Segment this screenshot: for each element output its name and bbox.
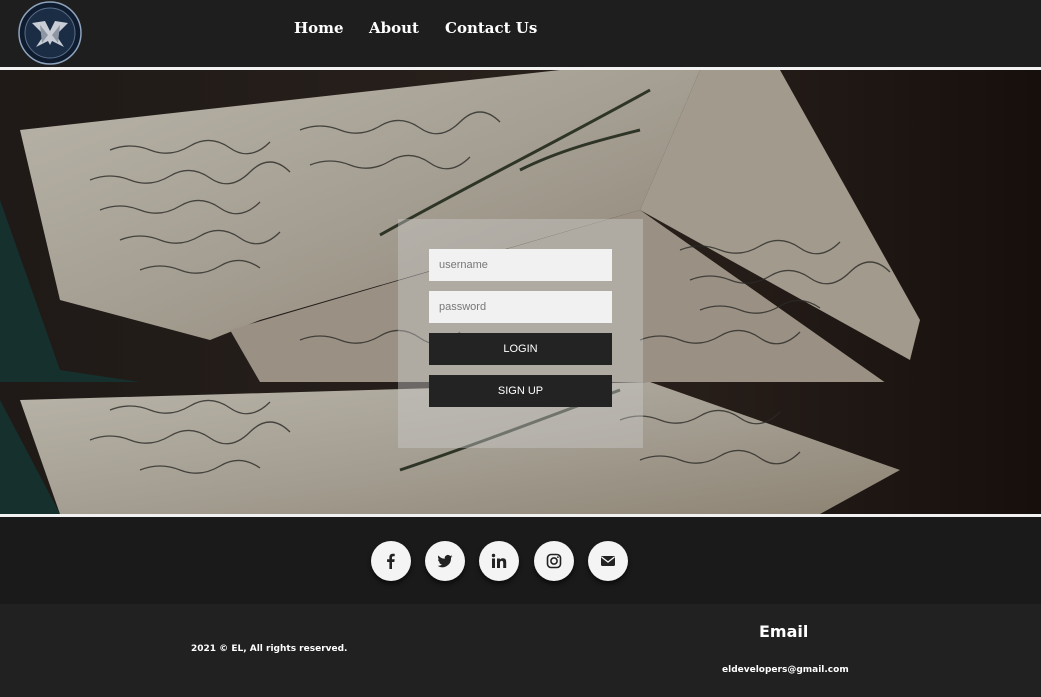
nav-contact-link[interactable]: Contact Us xyxy=(445,19,537,37)
header: Home About Contact Us xyxy=(0,0,1041,67)
footer: 2021 © EL, All rights reserved. Email el… xyxy=(0,604,1041,697)
login-button[interactable]: LOGIN xyxy=(429,333,612,365)
linkedin-button[interactable] xyxy=(479,541,519,581)
email-address[interactable]: eldevelopers@gmail.com xyxy=(722,665,849,675)
shield-logo[interactable] xyxy=(18,1,82,65)
nav-home-link[interactable]: Home xyxy=(294,19,344,37)
facebook-button[interactable] xyxy=(371,541,411,581)
username-input[interactable] xyxy=(429,249,612,281)
password-input[interactable] xyxy=(429,291,612,323)
copyright-text: 2021 © EL, All rights reserved. xyxy=(191,644,348,654)
hero-background: LOGIN SIGN UP xyxy=(0,70,1041,514)
email-button[interactable] xyxy=(588,541,628,581)
instagram-icon xyxy=(546,553,562,569)
facebook-icon xyxy=(387,553,395,569)
login-form: LOGIN SIGN UP xyxy=(398,219,643,448)
twitter-button[interactable] xyxy=(425,541,465,581)
signup-button[interactable]: SIGN UP xyxy=(429,375,612,407)
instagram-button[interactable] xyxy=(534,541,574,581)
envelope-icon xyxy=(601,556,615,566)
social-bar xyxy=(0,517,1041,604)
twitter-icon xyxy=(437,555,453,568)
email-heading: Email xyxy=(759,622,809,641)
linkedin-icon xyxy=(491,553,507,568)
nav-about-link[interactable]: About xyxy=(369,19,419,37)
